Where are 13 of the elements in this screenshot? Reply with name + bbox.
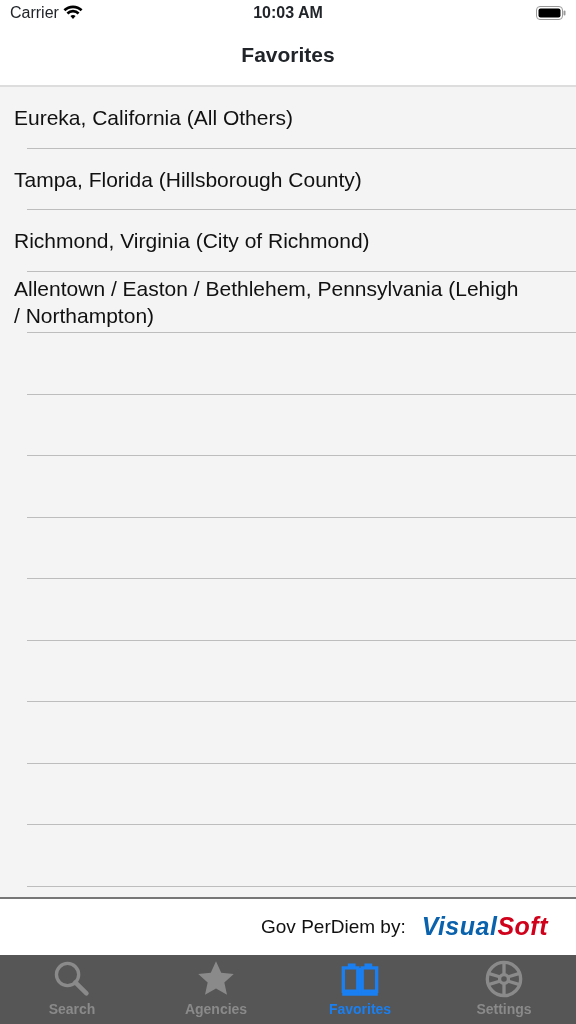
favorite-item[interactable]: Tampa, Florida (Hillsborough County) <box>14 165 362 193</box>
carrier-label: Carrier <box>10 2 59 23</box>
credit-text: Gov PerDiem by: <box>261 914 406 939</box>
battery-icon <box>536 5 566 20</box>
favorite-item[interactable]: Allentown / Easton / Bethlehem, Pennsylvania (Lehigh / Northampton) <box>14 274 519 330</box>
wifi-icon <box>62 5 83 20</box>
company-logo: VisualSoft <box>421 911 548 943</box>
favorite-item[interactable]: Richmond, Virginia (City of Richmond) <box>14 227 370 255</box>
wheel-icon <box>484 959 524 999</box>
screen-title: Favorites <box>241 42 335 69</box>
clock-time: 10:03 AM <box>253 2 323 23</box>
favorite-item[interactable]: Eureka, California (All Others) <box>14 104 293 132</box>
search-icon <box>52 959 92 999</box>
